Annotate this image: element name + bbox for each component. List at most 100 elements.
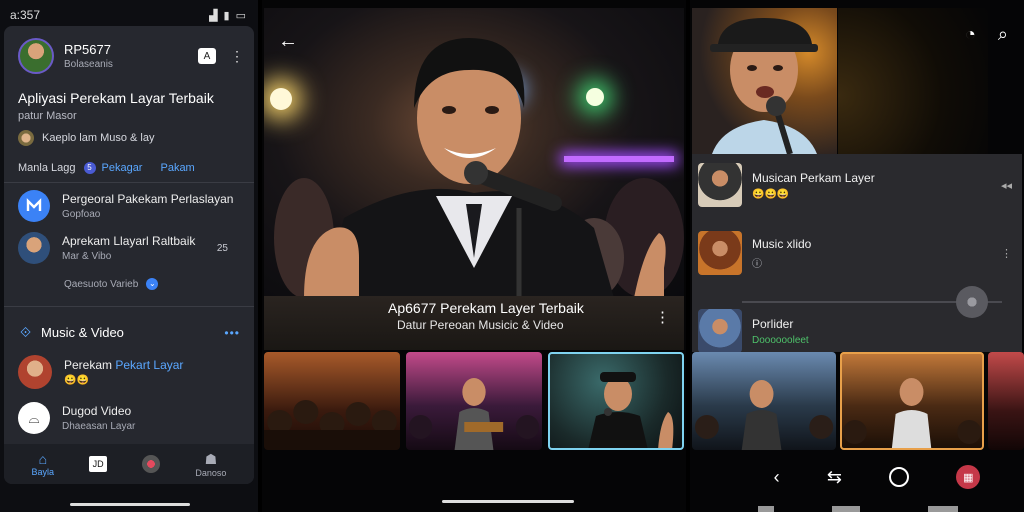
singer-illustration [274,38,684,298]
more-options-icon[interactable]: ⋮ [1001,247,1012,260]
avatar[interactable] [18,38,54,74]
track-list: Musican Perkam Layer 😀😀😀 ◂◂ Music xlido … [692,154,1022,353]
list-item[interactable]: Pergeoral Pakekam Perlaslayan Gopfoao [18,186,244,226]
account-action-button[interactable]: A [198,48,216,64]
list-item-title: Aprekam Llayarl Raltbaik [62,234,196,248]
thumbnail-strip [264,352,684,450]
video-thumbnail[interactable] [988,352,1024,450]
more-options-icon[interactable]: ⋮ [655,308,670,326]
track-thumbnail [698,309,742,353]
list-item-title-accent: Pekart Layar [115,358,184,372]
track-title: Porlider [752,316,794,331]
battery-icon: ▭ [235,9,246,22]
app-card: RP5677 Bolaseanis A ⋮ Apliyasi Perekam L… [4,26,254,484]
list-item-title: Dugod Video [62,404,132,418]
system-nav-bar: ‹ ⇆ ▦ [750,462,1004,492]
middle-phone-screen: ← Ap6677 Perekam Layer Terbaik Datur Per… [262,0,686,512]
list-item[interactable]: Porlider Dooooooleet [698,304,1012,358]
folder-icon: ⟐ [20,324,32,340]
section-header: ⟐ Music & Video ••• [20,324,240,341]
nav-people[interactable]: ☗ Danoso [195,451,226,478]
nav-record[interactable] [142,455,161,473]
list-item-subtitle: Dhaeasan Layar [62,421,136,432]
status-icons: ▟ ▮ ▭ [209,9,246,22]
account-header[interactable]: RP5677 Bolaseanis A ⋮ [18,36,244,76]
video-subtitle: Datur Pereoan Musicic & Video [397,318,564,332]
cast-icon[interactable]: ◔ [965,24,976,45]
track-subtitle: 😀😀😀 [752,188,790,200]
status-time: a:357 [10,8,41,22]
home-icon: ⌂ [38,451,48,467]
chevron-down-icon[interactable]: ⌄ [146,278,159,290]
meta-link-pakam[interactable]: Pakam [160,162,194,174]
thumbnail-strip [692,352,1024,450]
more-options-icon[interactable]: ⋮ [230,48,244,65]
drum-icon: ⌓ [18,402,50,434]
app-title: Apliyasi Perekam Layar Terbaik [18,90,214,106]
search-icon[interactable]: ⌕ [998,24,1008,45]
right-phone-screen: ◔ ⌕ Musican Perkam Layer 😀😀😀 ◂◂ Music xl… [690,0,1024,512]
video-thumbnail[interactable] [264,352,400,450]
timer-icon[interactable] [889,467,910,487]
video-title: Ap6677 Perekam Layer Terbaik [388,300,584,316]
back-arrow-icon[interactable]: ← [278,30,298,53]
video-caption: Ap6677 Perekam Layer Terbaik Datur Pereo… [264,296,684,350]
meta-label: Manla Lagg [18,162,76,174]
video-thumbnail-selected[interactable] [548,352,684,450]
app-subtitle: patur Masor [18,110,77,122]
left-phone-screen: a:357 ▟ ▮ ▭ RP5677 Bolaseanis A ⋮ Apliya… [0,0,258,512]
list-item[interactable]: Aprekam Llayarl Raltbaik Mar & Vibo 25 [18,228,244,268]
wifi-icon: ▮ [223,9,230,22]
divider [4,306,254,307]
flip-icon[interactable]: ⇆ [827,467,842,488]
track-title: Musican Perkam Layer [752,170,875,185]
video-thumbnail[interactable] [692,352,837,450]
list-item-title: Perekam [64,358,113,372]
home-indicator [832,506,860,512]
emoji-row: 😀😀 [64,375,89,386]
video-thumbnail-selected[interactable] [840,352,985,450]
section-more-button[interactable]: ••• [224,326,240,340]
track-title: Music xlido [752,236,812,251]
top-actions: ◔ ⌕ [965,24,1008,45]
promo-text: Kaeplo lam Muso & lay [42,132,155,144]
artist-photo[interactable] [692,8,837,154]
list-item-subtitle: Mar & Vibo [62,251,112,262]
track-action-icon[interactable]: ◂◂ [1001,179,1012,192]
track-thumbnail [698,231,742,275]
list-item-avatar [18,355,52,389]
people-icon: ☗ [204,450,218,467]
list-item[interactable]: Perekam Pekart Layar 😀😀 [18,352,244,392]
promo-row[interactable]: Kaeplo lam Muso & lay [18,130,155,146]
bottom-nav: ⌂ Bayla JD ☗ Danoso [4,444,254,484]
nav-square[interactable]: JD [89,456,108,472]
list-item[interactable]: Music xlido ⓘ ⋮ [698,226,1012,280]
nav-home[interactable]: ⌂ Bayla [32,451,55,477]
video-thumbnail[interactable] [406,352,542,450]
promo-avatar [18,130,34,146]
signal-icon: ▟ [209,9,218,22]
list-item-meta: 25 [216,242,228,254]
divider [4,182,254,183]
meta-badge: 5 [83,162,96,174]
list-item-avatar [18,232,50,264]
video-player[interactable]: ← [264,8,684,298]
account-subtitle: Bolaseanis [64,59,113,70]
list-item-subtitle: Gopfoao [62,209,101,220]
app-logo-icon [18,190,50,222]
status-bar: a:357 ▟ ▮ ▭ [10,6,246,24]
list-item[interactable]: Musican Perkam Layer 😀😀😀 ◂◂ [698,158,1012,212]
meta-link-pekagar[interactable]: Pekagar [102,162,143,174]
account-name: RP5677 [64,42,111,57]
home-indicator[interactable] [70,503,190,506]
list-item[interactable]: ⌓ Dugod Video Dhaeasan Layar [18,398,244,438]
record-icon [142,455,161,473]
list-item-title: Pergeoral Pakekam Perlaslayan [62,192,234,206]
record-button[interactable]: ▦ [956,465,981,489]
meta-row: Manla Lagg 5 Pekagar Pakam [18,162,195,174]
home-indicator [928,506,958,512]
square-icon: JD [89,456,108,472]
home-indicator[interactable] [442,500,574,503]
section-title: Music & Video [41,325,124,340]
back-icon[interactable]: ‹ [774,467,780,488]
